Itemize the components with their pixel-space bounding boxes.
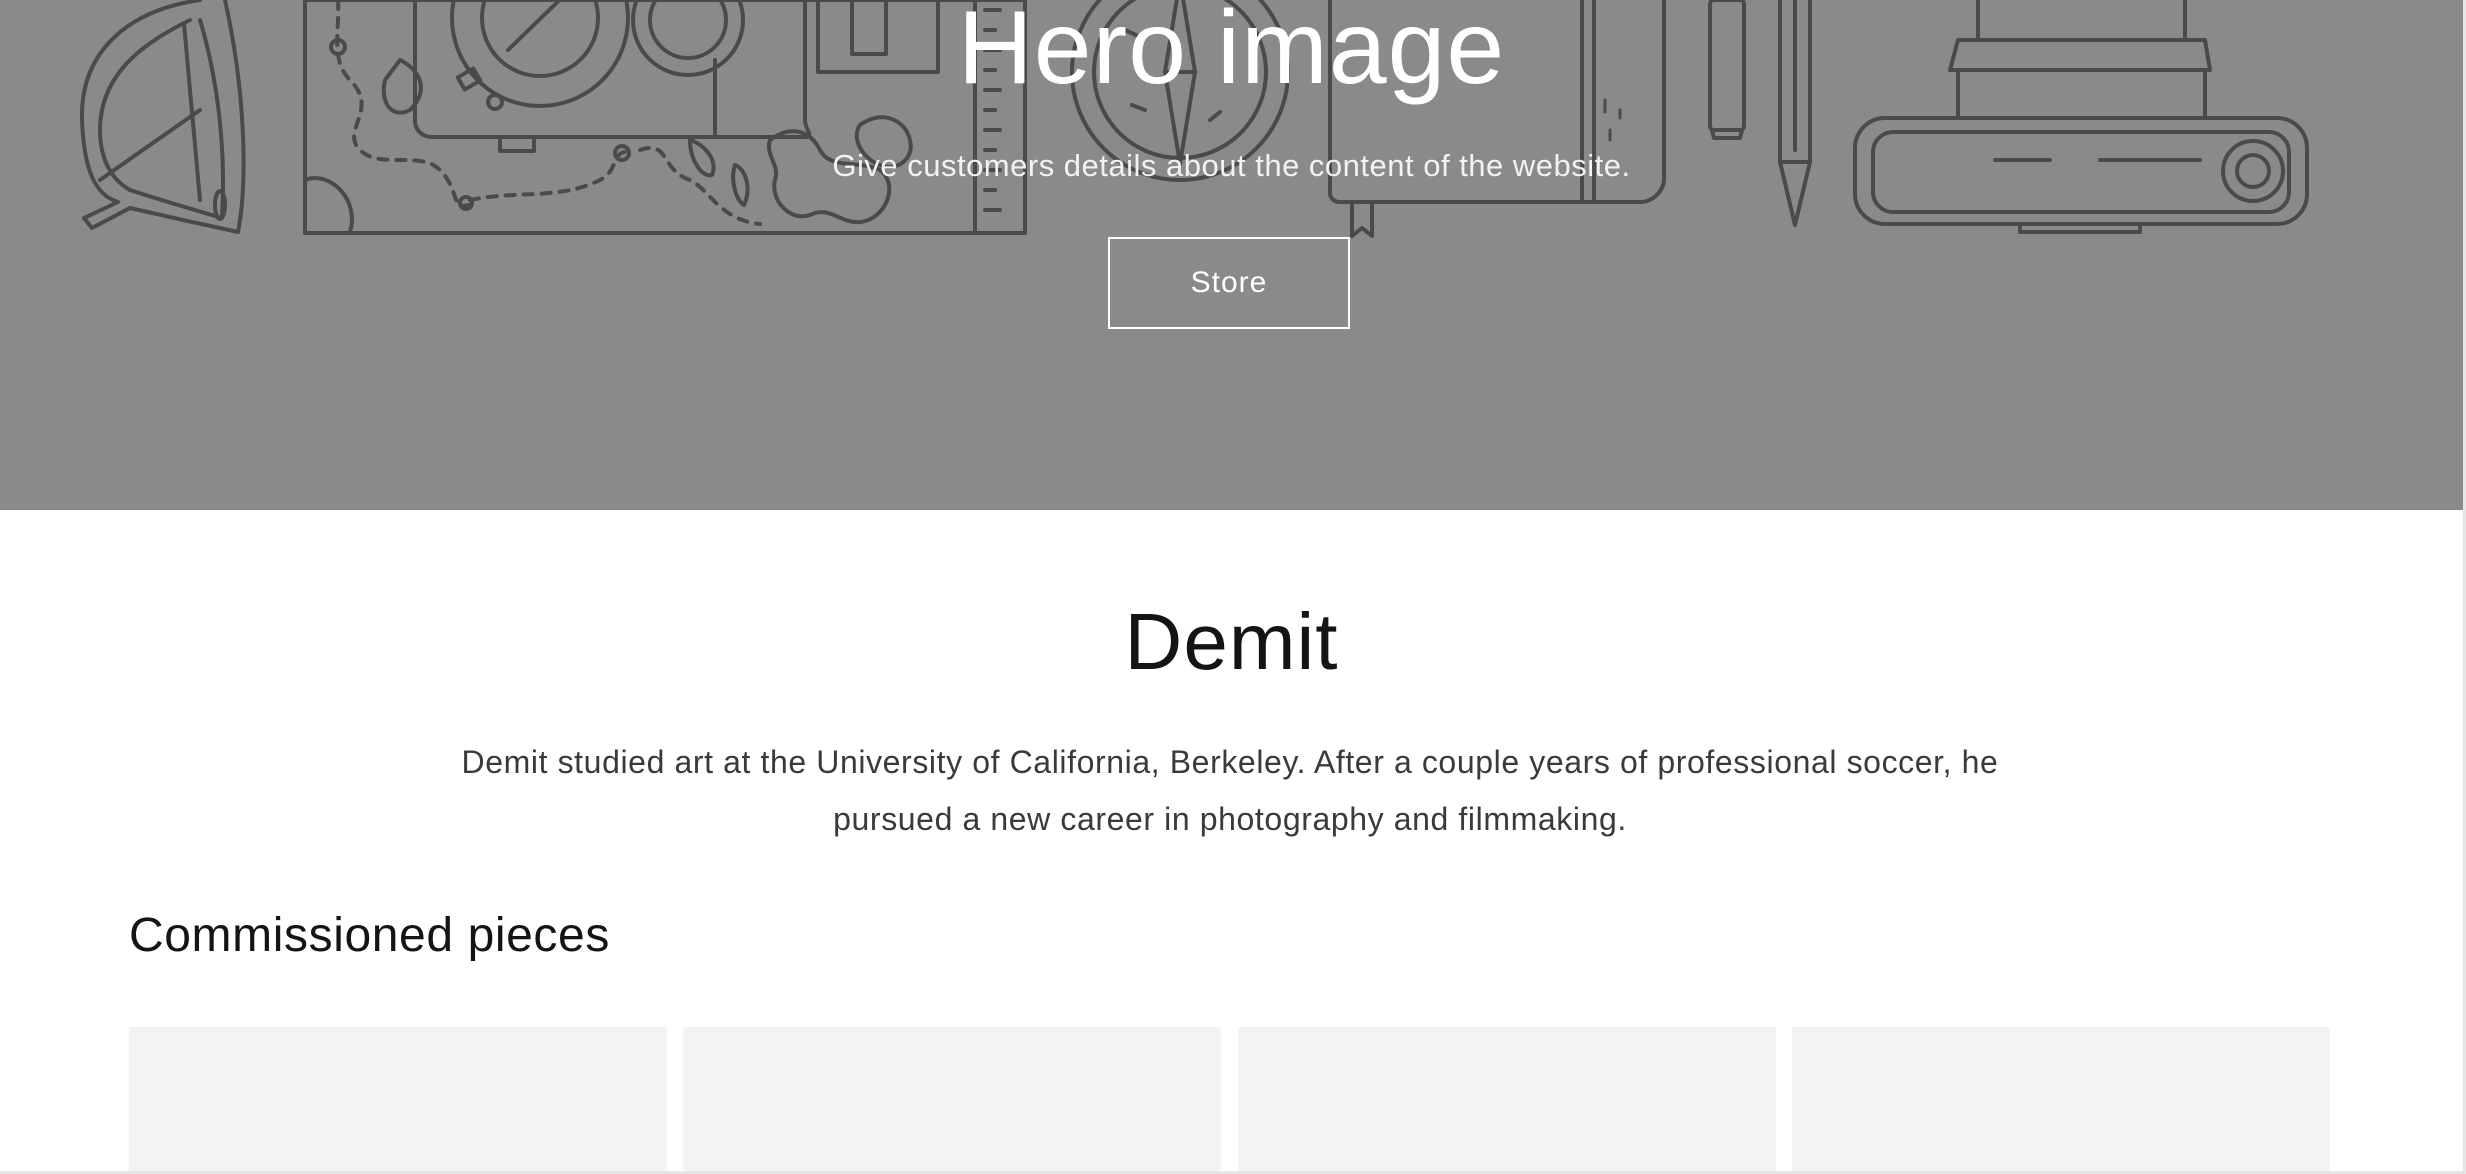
page: Hero image Give customers details about … [0,0,2466,1174]
collection-heading: Commissioned pieces [129,909,610,962]
collection-grid [129,1027,2331,1174]
product-card[interactable] [1792,1027,2330,1174]
page-title: Demit [1124,597,1339,686]
hero-subtitle: Give customers details about the content… [832,148,1631,183]
hero-banner: Hero image Give customers details about … [0,0,2463,510]
about-description: Demit studied art at the University of C… [461,744,1999,837]
product-card[interactable] [1238,1027,1776,1174]
product-card[interactable] [683,1027,1221,1174]
hero-title: Hero image [957,0,1506,106]
product-card[interactable] [129,1027,667,1174]
store-button[interactable]: Store [1108,237,1350,329]
